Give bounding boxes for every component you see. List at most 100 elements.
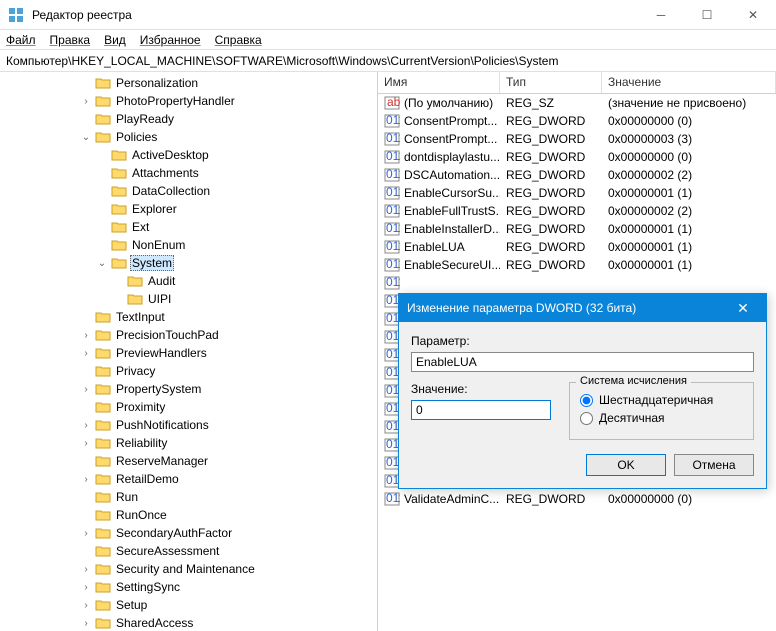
value-row[interactable]: 011EnableFullTrustS...REG_DWORD0x0000000… — [378, 202, 776, 220]
close-button[interactable]: ✕ — [730, 0, 776, 30]
value-data: 0x00000003 (3) — [602, 132, 776, 146]
expand-icon[interactable]: › — [80, 420, 92, 431]
base-fieldset: Система исчисления Шестнадцатеричная Дес… — [569, 382, 754, 440]
tree-node[interactable]: Run — [0, 488, 377, 506]
expand-icon[interactable]: › — [80, 600, 92, 611]
radio-hex-input[interactable] — [580, 394, 593, 407]
expand-icon[interactable]: › — [80, 348, 92, 359]
value-name: EnableCursorSu... — [404, 186, 500, 200]
svg-text:011: 011 — [386, 240, 400, 253]
tree-node-label: Audit — [146, 274, 177, 288]
value-name: dontdisplaylastu... — [404, 150, 500, 164]
tree-node[interactable]: RunOnce — [0, 506, 377, 524]
tree-node[interactable]: TextInput — [0, 308, 377, 326]
tree-node[interactable]: ›SharedAccess — [0, 614, 377, 631]
tree-node-label: RetailDemo — [114, 472, 181, 486]
tree-node[interactable]: ›PhotoPropertyHandler — [0, 92, 377, 110]
value-data: 0x00000002 (2) — [602, 204, 776, 218]
menu-favorites[interactable]: Избранное — [140, 33, 201, 47]
ok-button[interactable]: OK — [586, 454, 666, 476]
value-row[interactable]: 011ValidateAdminC...REG_DWORD0x00000000 … — [378, 490, 776, 508]
svg-text:011: 011 — [386, 222, 400, 235]
tree-node[interactable]: ›PushNotifications — [0, 416, 377, 434]
tree-node[interactable]: DataCollection — [0, 182, 377, 200]
tree-node[interactable]: NonEnum — [0, 236, 377, 254]
tree-node-label: Setup — [114, 598, 149, 612]
tree-node-label: NonEnum — [130, 238, 187, 252]
tree-node[interactable]: Explorer — [0, 200, 377, 218]
tree-node[interactable]: UIPI — [0, 290, 377, 308]
radio-hex[interactable]: Шестнадцатеричная — [580, 393, 743, 407]
expand-icon[interactable]: › — [80, 528, 92, 539]
expand-icon[interactable]: › — [80, 582, 92, 593]
value-data: 0x00000002 (2) — [602, 168, 776, 182]
tree-node-label: Attachments — [130, 166, 201, 180]
maximize-button[interactable]: ☐ — [684, 0, 730, 30]
value-row[interactable]: 011dontdisplaylastu...REG_DWORD0x0000000… — [378, 148, 776, 166]
col-value[interactable]: Значение — [602, 72, 776, 93]
tree-node[interactable]: Audit — [0, 272, 377, 290]
expand-icon[interactable]: › — [80, 474, 92, 485]
menu-view[interactable]: Вид — [104, 33, 126, 47]
collapse-icon[interactable]: ⌄ — [80, 132, 92, 143]
cancel-button[interactable]: Отмена — [674, 454, 754, 476]
col-name[interactable]: Имя — [378, 72, 500, 93]
collapse-icon[interactable]: ⌄ — [96, 258, 108, 269]
address-bar[interactable]: Компьютер\HKEY_LOCAL_MACHINE\SOFTWARE\Mi… — [0, 50, 776, 72]
tree-node[interactable]: Personalization — [0, 74, 377, 92]
tree-node[interactable]: ›Reliability — [0, 434, 377, 452]
value-row[interactable]: 011 — [378, 274, 776, 292]
value-row[interactable]: 011EnableInstallerD...REG_DWORD0x0000000… — [378, 220, 776, 238]
tree-node[interactable]: ›Security and Maintenance — [0, 560, 377, 578]
expand-icon[interactable]: › — [80, 564, 92, 575]
menu-bar: Файл Правка Вид Избранное Справка — [0, 30, 776, 50]
radio-dec-input[interactable] — [580, 412, 593, 425]
value-input[interactable] — [411, 400, 551, 420]
tree-node[interactable]: Privacy — [0, 362, 377, 380]
tree-node[interactable]: SecureAssessment — [0, 542, 377, 560]
expand-icon[interactable]: › — [80, 384, 92, 395]
minimize-button[interactable]: ─ — [638, 0, 684, 30]
value-row[interactable]: ab(По умолчанию)REG_SZ(значение не присв… — [378, 94, 776, 112]
folder-icon — [111, 184, 127, 198]
tree-node-label: Explorer — [130, 202, 179, 216]
param-input[interactable] — [411, 352, 754, 372]
tree-node[interactable]: ⌄Policies — [0, 128, 377, 146]
dialog-title-bar[interactable]: Изменение параметра DWORD (32 бита) ✕ — [399, 294, 766, 322]
value-row[interactable]: 011ConsentPrompt...REG_DWORD0x00000003 (… — [378, 130, 776, 148]
value-type: REG_DWORD — [500, 186, 602, 200]
app-icon — [8, 7, 24, 23]
dialog-close-button[interactable]: ✕ — [728, 294, 758, 322]
menu-file[interactable]: Файл — [6, 33, 36, 47]
tree-node[interactable]: Attachments — [0, 164, 377, 182]
tree-node[interactable]: › RetailDemo — [0, 470, 377, 488]
expand-icon[interactable]: › — [80, 96, 92, 107]
tree-node[interactable]: ⌄System — [0, 254, 377, 272]
value-row[interactable]: 011ConsentPrompt...REG_DWORD0x00000000 (… — [378, 112, 776, 130]
radio-dec[interactable]: Десятичная — [580, 411, 743, 425]
expand-icon[interactable]: › — [80, 330, 92, 341]
tree-node[interactable]: ActiveDesktop — [0, 146, 377, 164]
tree-node[interactable]: › Setup — [0, 596, 377, 614]
svg-text:011: 011 — [386, 204, 400, 217]
tree-node[interactable]: ›PropertySystem — [0, 380, 377, 398]
tree-node[interactable]: ›PrecisionTouchPad — [0, 326, 377, 344]
tree-node[interactable]: ›SettingSync — [0, 578, 377, 596]
tree-node[interactable]: ReserveManager — [0, 452, 377, 470]
tree-node[interactable]: ›SecondaryAuthFactor — [0, 524, 377, 542]
value-row[interactable]: 011EnableSecureUI...REG_DWORD0x00000001 … — [378, 256, 776, 274]
value-row[interactable]: 011EnableCursorSu...REG_DWORD0x00000001 … — [378, 184, 776, 202]
value-row[interactable]: 011EnableLUAREG_DWORD0x00000001 (1) — [378, 238, 776, 256]
menu-help[interactable]: Справка — [215, 33, 262, 47]
menu-edit[interactable]: Правка — [50, 33, 91, 47]
col-type[interactable]: Тип — [500, 72, 602, 93]
tree-node[interactable]: Proximity — [0, 398, 377, 416]
expand-icon[interactable]: › — [80, 438, 92, 449]
value-row[interactable]: 011DSCAutomation...REG_DWORD0x00000002 (… — [378, 166, 776, 184]
expand-icon[interactable]: › — [80, 618, 92, 629]
tree-node[interactable]: Ext — [0, 218, 377, 236]
svg-text:011: 011 — [386, 492, 400, 505]
reg-dword-icon: 011 — [384, 150, 400, 164]
tree-node[interactable]: PlayReady — [0, 110, 377, 128]
tree-node[interactable]: ›PreviewHandlers — [0, 344, 377, 362]
